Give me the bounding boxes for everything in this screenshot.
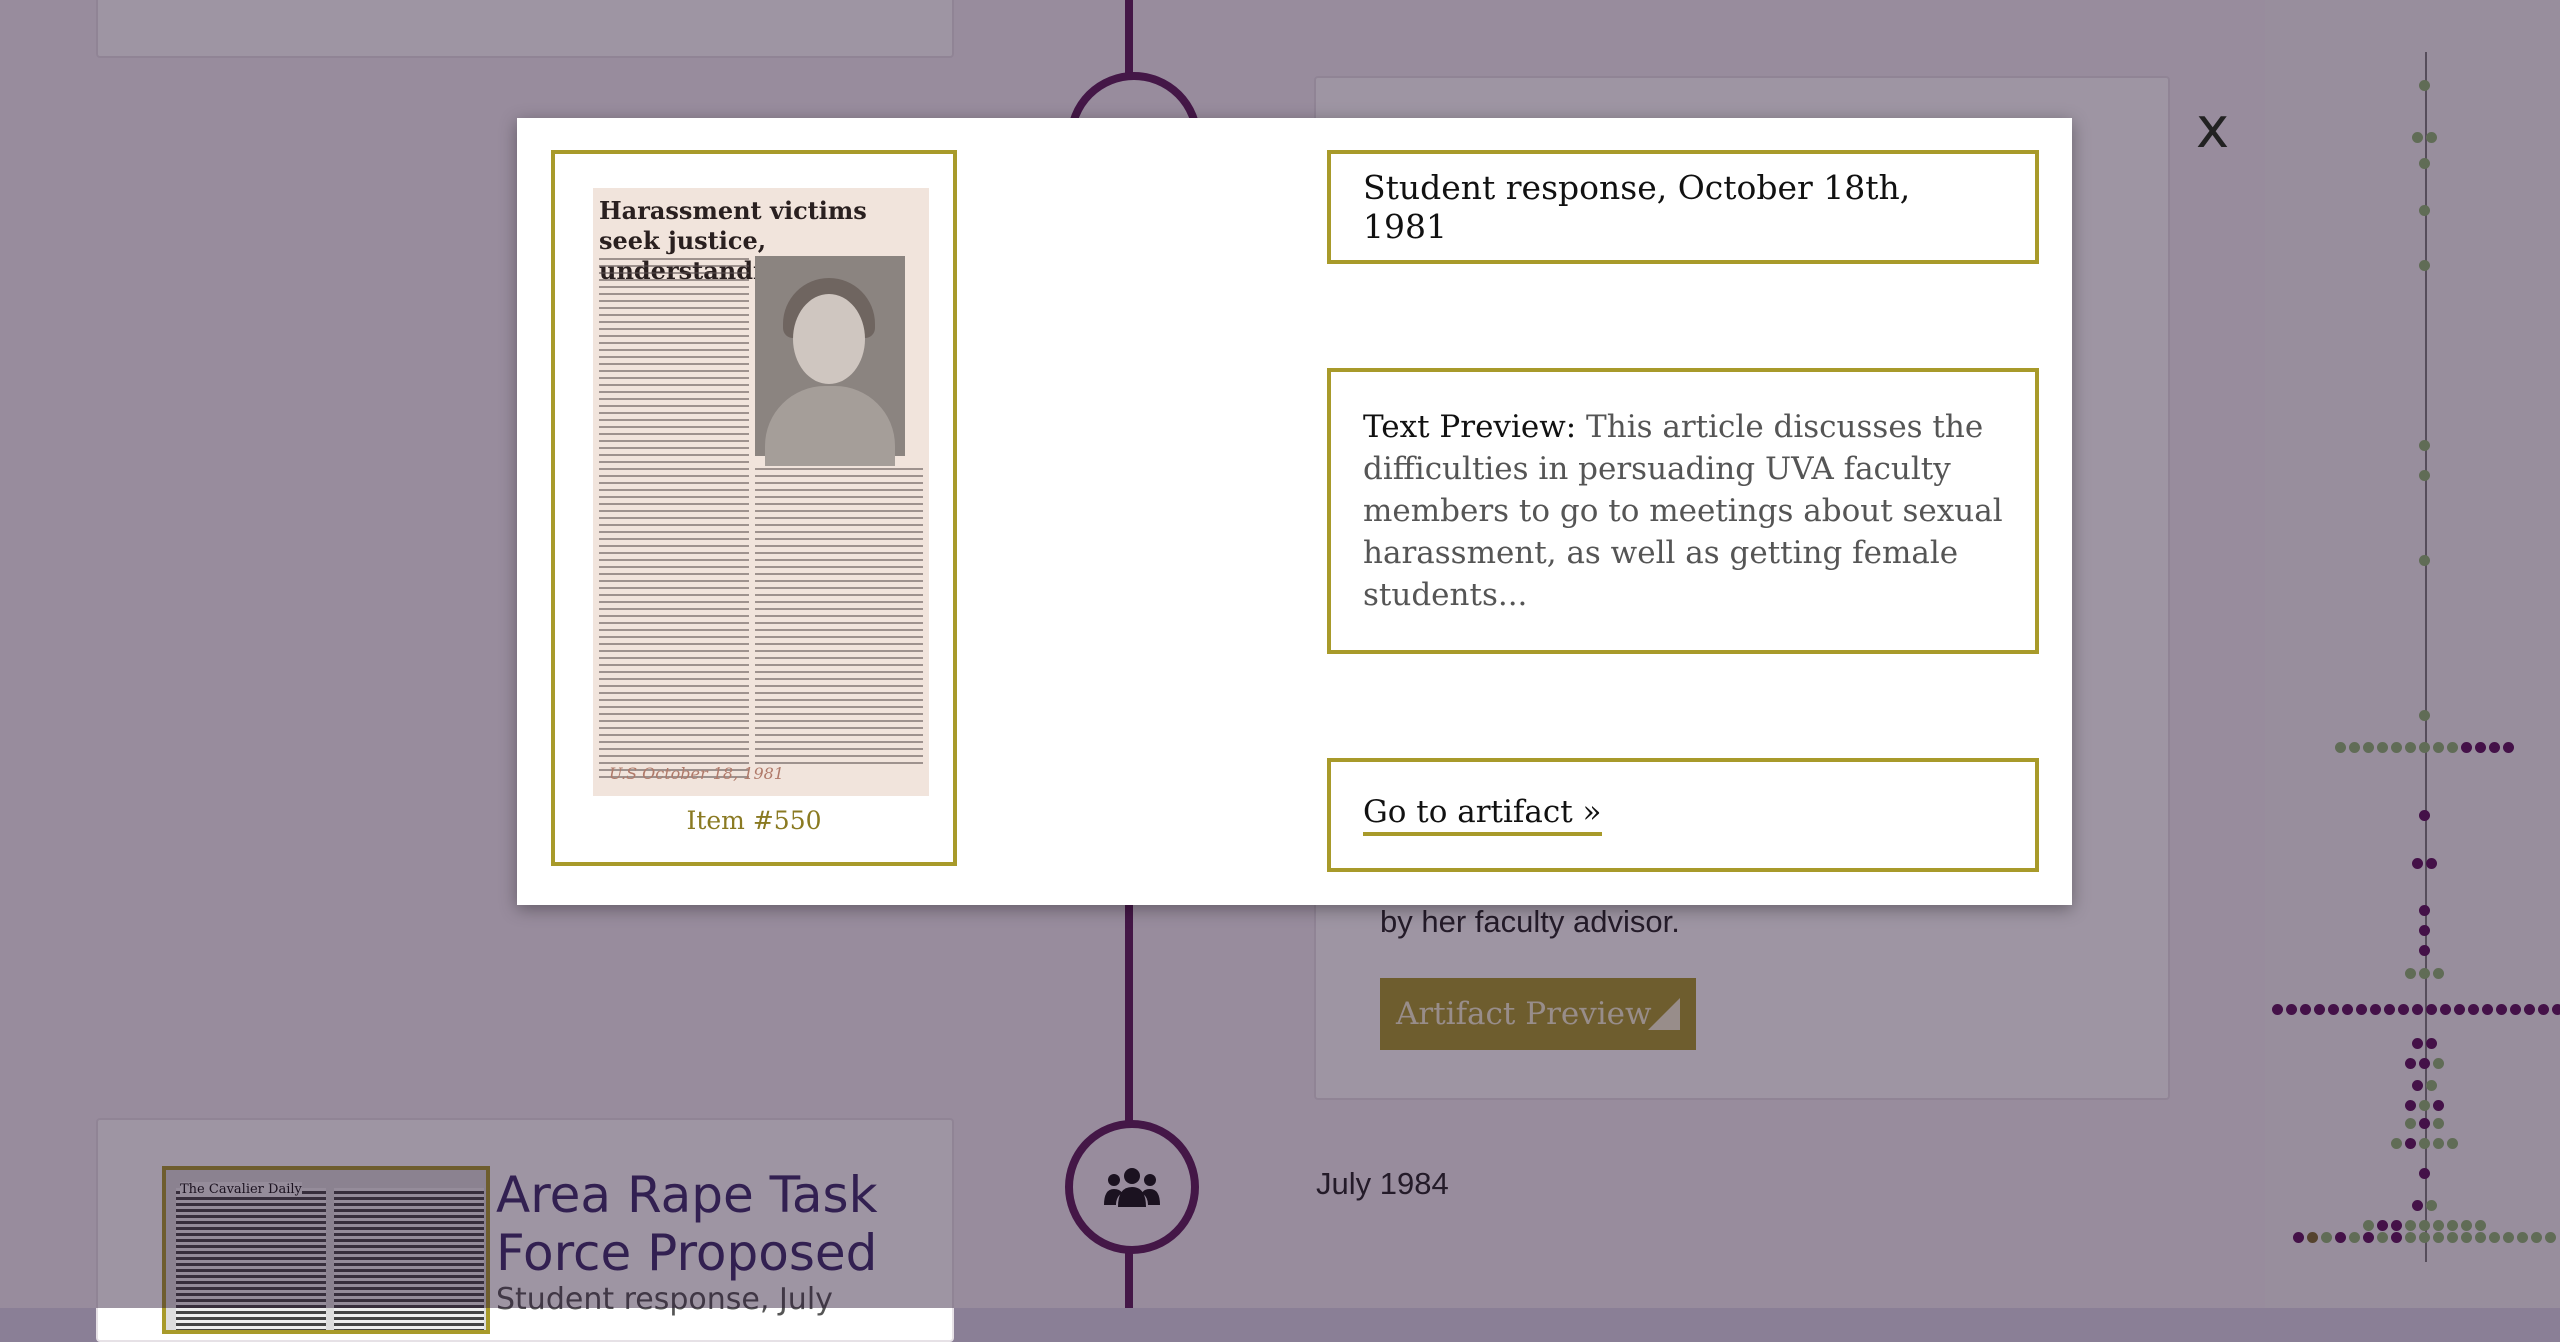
item-number: Item #550 (686, 806, 822, 835)
clipping-text-column (755, 468, 923, 768)
text-preview-box: Text Preview: This article discusses the… (1327, 368, 2039, 654)
artifact-image[interactable]: Harassment victims seek justice, underst… (593, 188, 929, 796)
artifact-title: Student response, October 18th, 1981 (1363, 168, 1911, 246)
clipping-handwriting: U.S October 18, 1981 (609, 764, 784, 783)
photo-shoulders (765, 386, 895, 466)
photo-face (793, 294, 865, 384)
artifact-link-box: Go to artifact » (1327, 758, 2039, 872)
close-button[interactable]: x (2196, 96, 2229, 161)
text-preview-label: Text Preview: (1363, 409, 1577, 445)
clipping-photo (755, 256, 905, 466)
go-to-artifact-link[interactable]: Go to artifact » (1363, 794, 1602, 836)
artifact-image-frame[interactable]: Harassment victims seek justice, underst… (551, 150, 957, 866)
artifact-modal: Harassment victims seek justice, underst… (517, 118, 2072, 905)
artifact-title-box: Student response, October 18th, 1981 (1327, 150, 2039, 264)
clipping-text-column (599, 258, 749, 778)
text-preview: Text Preview: This article discusses the… (1363, 406, 2003, 616)
